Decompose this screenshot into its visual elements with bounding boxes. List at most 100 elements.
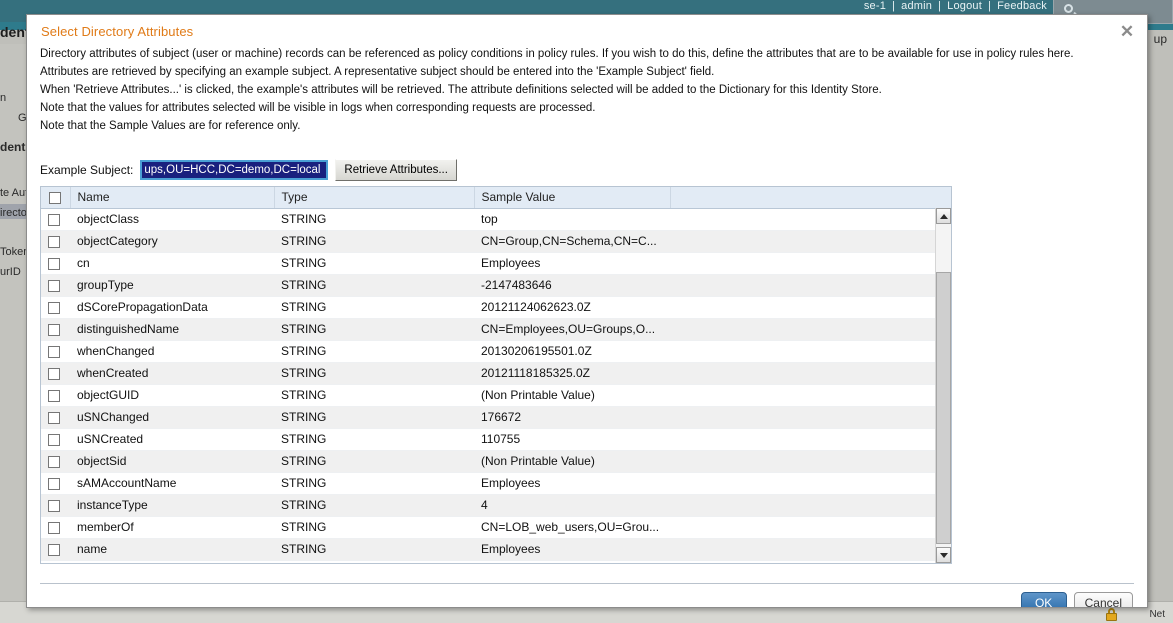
cell-sample-value: Employees xyxy=(474,252,670,275)
table-row[interactable]: uSNCreated STRING 110755 xyxy=(41,428,951,451)
table-row[interactable]: objectClass STRING top xyxy=(41,208,951,231)
table-row[interactable]: objectSid STRING (Non Printable Value) xyxy=(41,450,951,473)
table-row[interactable]: whenChanged STRING 20130206195501.0Z xyxy=(41,340,951,363)
cell-spacer xyxy=(670,296,951,319)
ok-button[interactable]: OK xyxy=(1020,592,1067,607)
select-all-checkbox[interactable] xyxy=(49,192,61,205)
row-checkbox-cell[interactable] xyxy=(41,362,70,385)
table-row[interactable]: memberOf STRING CN=LOB_web_users,OU=Grou..… xyxy=(41,516,951,539)
lock-icon xyxy=(1106,608,1117,621)
row-checkbox[interactable] xyxy=(48,257,60,270)
app-right-fragment: up xyxy=(1153,32,1167,46)
description-line-2: Attributes are retrieved by specifying a… xyxy=(40,66,715,78)
cell-spacer xyxy=(670,494,951,517)
cell-attribute-type: STRING xyxy=(274,428,474,451)
topnav-item-server[interactable]: se-1 xyxy=(858,0,892,12)
header-sample-value[interactable]: Sample Value xyxy=(474,187,671,209)
table-row[interactable]: cn STRING Employees xyxy=(41,252,951,275)
cancel-button[interactable]: Cancel xyxy=(1073,592,1133,607)
scroll-up-button[interactable] xyxy=(936,208,951,224)
attributes-table-scrollbar[interactable] xyxy=(935,208,951,563)
header-spacer xyxy=(670,187,951,209)
row-checkbox[interactable] xyxy=(48,521,60,534)
cell-attribute-type: STRING xyxy=(274,362,474,385)
cell-spacer xyxy=(670,274,951,297)
retrieve-attributes-button[interactable]: Retrieve Attributes... xyxy=(335,159,457,181)
cell-spacer xyxy=(670,252,951,275)
example-subject-input[interactable] xyxy=(142,162,327,178)
row-checkbox[interactable] xyxy=(48,235,60,248)
cell-sample-value: 20121118185325.0Z xyxy=(474,362,670,385)
row-checkbox[interactable] xyxy=(48,543,60,556)
scrollbar-thumb[interactable] xyxy=(936,272,951,544)
cell-attribute-type: STRING xyxy=(274,472,474,495)
close-icon[interactable]: ✕ xyxy=(1117,22,1137,42)
row-checkbox-cell[interactable] xyxy=(41,208,70,231)
row-checkbox[interactable] xyxy=(48,367,60,380)
row-checkbox[interactable] xyxy=(48,301,60,314)
row-checkbox[interactable] xyxy=(48,389,60,402)
cell-attribute-name: sAMAccountName xyxy=(70,472,274,495)
table-row[interactable]: distinguishedName STRING CN=Employees,OU=G… xyxy=(41,318,951,341)
cell-spacer xyxy=(670,450,951,473)
example-subject-input-wrapper[interactable] xyxy=(140,160,329,180)
cell-sample-value: -2147483646 xyxy=(474,274,670,297)
row-checkbox-cell[interactable] xyxy=(41,318,70,341)
row-checkbox-cell[interactable] xyxy=(41,516,70,539)
row-checkbox[interactable] xyxy=(48,279,60,292)
row-checkbox[interactable] xyxy=(48,345,60,358)
row-checkbox-cell[interactable] xyxy=(41,450,70,473)
sidebar-fragment-6[interactable]: urID xyxy=(0,266,21,278)
footer-divider xyxy=(40,583,1134,584)
cell-attribute-name: objectCategory xyxy=(70,230,274,253)
cell-attribute-name: whenChanged xyxy=(70,340,274,363)
dialog-title: Select Directory Attributes xyxy=(41,24,194,39)
cell-attribute-name: objectGUID xyxy=(70,384,274,407)
row-checkbox[interactable] xyxy=(48,323,60,336)
dialog-footer: OK Cancel xyxy=(1020,592,1133,607)
cell-attribute-name: name xyxy=(70,538,274,561)
row-checkbox[interactable] xyxy=(48,213,60,226)
row-checkbox[interactable] xyxy=(48,433,60,446)
table-row[interactable]: name STRING Employees xyxy=(41,538,951,561)
row-checkbox-cell[interactable] xyxy=(41,406,70,429)
table-row[interactable]: instanceType STRING 4 xyxy=(41,494,951,517)
attributes-table: Name Type Sample Value objectClass STRING… xyxy=(41,187,951,561)
row-checkbox-cell[interactable] xyxy=(41,472,70,495)
row-checkbox-cell[interactable] xyxy=(41,296,70,319)
cell-spacer xyxy=(670,384,951,407)
table-row[interactable]: uSNChanged STRING 176672 xyxy=(41,406,951,429)
row-checkbox-cell[interactable] xyxy=(41,384,70,407)
row-checkbox-cell[interactable] xyxy=(41,274,70,297)
table-row[interactable]: sAMAccountName STRING Employees xyxy=(41,472,951,495)
row-checkbox-cell[interactable] xyxy=(41,340,70,363)
table-row[interactable]: objectCategory STRING CN=Group,CN=Schema,C… xyxy=(41,230,951,253)
row-checkbox[interactable] xyxy=(48,411,60,424)
table-row[interactable]: objectGUID STRING (Non Printable Value) xyxy=(41,384,951,407)
topnav-item-admin[interactable]: admin xyxy=(895,0,938,12)
cell-attribute-name: groupType xyxy=(70,274,274,297)
header-name[interactable]: Name xyxy=(70,187,275,209)
row-checkbox-cell[interactable] xyxy=(41,538,70,561)
sidebar-fragment-0[interactable]: n xyxy=(0,92,6,104)
select-directory-attributes-dialog: Select Directory Attributes ✕ Directory … xyxy=(26,14,1148,608)
table-row[interactable]: dSCorePropagationData STRING 2012112406262… xyxy=(41,296,951,319)
row-checkbox-cell[interactable] xyxy=(41,428,70,451)
topnav-item-feedback[interactable]: Feedback xyxy=(991,0,1053,12)
topnav-item-logout[interactable]: Logout xyxy=(941,0,988,12)
sidebar-fragment-3[interactable]: te Aut xyxy=(0,187,28,199)
row-checkbox[interactable] xyxy=(48,499,60,512)
header-select-all[interactable] xyxy=(41,187,71,209)
row-checkbox[interactable] xyxy=(48,455,60,468)
header-type[interactable]: Type xyxy=(274,187,475,209)
cell-attribute-type: STRING xyxy=(274,384,474,407)
row-checkbox-cell[interactable] xyxy=(41,230,70,253)
sidebar-fragment-5[interactable]: Token xyxy=(0,246,29,258)
row-checkbox[interactable] xyxy=(48,477,60,490)
table-row[interactable]: whenCreated STRING 20121118185325.0Z xyxy=(41,362,951,385)
row-checkbox-cell[interactable] xyxy=(41,494,70,517)
table-row[interactable]: groupType STRING -2147483646 xyxy=(41,274,951,297)
scroll-down-button[interactable] xyxy=(936,547,951,563)
cell-sample-value: Employees xyxy=(474,538,670,561)
row-checkbox-cell[interactable] xyxy=(41,252,70,275)
